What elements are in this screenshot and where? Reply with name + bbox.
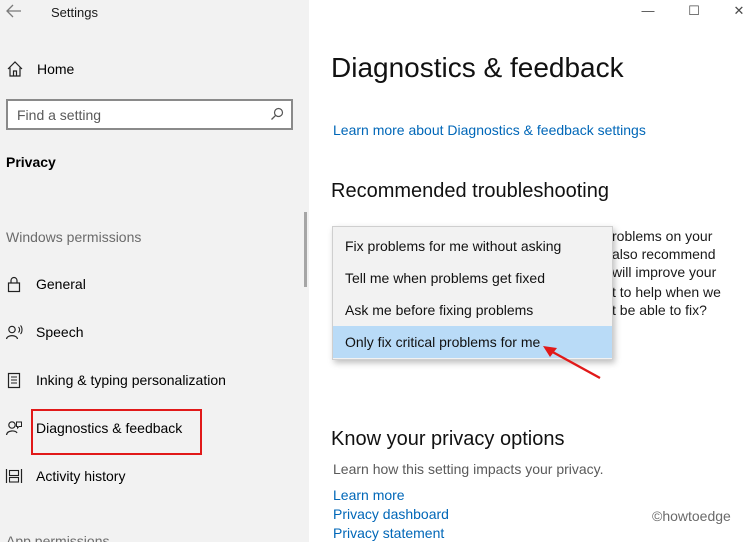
- sidebar-item-activity-history[interactable]: Activity history: [0, 458, 309, 494]
- dropdown-option[interactable]: Fix problems for me without asking: [333, 230, 612, 262]
- learn-more-diagnostics-link[interactable]: Learn more about Diagnostics & feedback …: [333, 122, 646, 138]
- sidebar-item-inking-typing[interactable]: Inking & typing personalization: [0, 362, 309, 398]
- dropdown-option[interactable]: Tell me when problems get fixed: [333, 262, 612, 294]
- sidebar-item-speech[interactable]: Speech: [0, 314, 309, 350]
- section-label-privacy: Privacy: [6, 154, 56, 170]
- group-label-app-permissions: App permissions: [6, 533, 110, 542]
- privacy-statement-link[interactable]: Privacy statement: [333, 525, 444, 541]
- search-input[interactable]: [8, 101, 263, 128]
- recommended-troubleshooting-heading: Recommended troubleshooting: [331, 180, 609, 202]
- speech-icon: [5, 323, 23, 341]
- description-text-line: roblems on your: [612, 228, 713, 244]
- privacy-description: Learn how this setting impacts your priv…: [333, 461, 604, 477]
- description-text-line: t be able to fix?: [612, 302, 707, 318]
- description-text-line: will improve your: [612, 264, 717, 280]
- description-text-line: also recommend: [612, 246, 716, 262]
- sidebar-item-label: General: [36, 276, 86, 292]
- clipboard-icon: [5, 371, 23, 389]
- dropdown-option[interactable]: Ask me before fixing problems: [333, 294, 612, 326]
- privacy-options-heading: Know your privacy options: [331, 428, 565, 450]
- app-title: Settings: [51, 5, 98, 20]
- sidebar-item-label: Activity history: [36, 468, 126, 484]
- sidebar-item-general[interactable]: General: [0, 266, 309, 302]
- sidebar-item-home[interactable]: Home: [0, 54, 309, 84]
- sidebar-item-label: Home: [37, 61, 75, 77]
- lock-icon: [5, 275, 23, 293]
- home-icon: [6, 60, 24, 78]
- privacy-dashboard-link[interactable]: Privacy dashboard: [333, 506, 449, 522]
- watermark: ©howtoedge: [652, 508, 731, 524]
- sidebar: Settings Home Privacy Windows permission…: [0, 0, 309, 542]
- minimize-button[interactable]: —: [638, 2, 658, 22]
- timeline-icon: [5, 467, 23, 485]
- feedback-icon: [5, 419, 23, 437]
- back-arrow-icon[interactable]: [6, 4, 24, 20]
- page-title: Diagnostics & feedback: [331, 52, 624, 83]
- learn-more-link[interactable]: Learn more: [333, 487, 405, 503]
- annotation-highlight-box: [31, 409, 202, 455]
- search-icon[interactable]: [270, 107, 284, 121]
- sidebar-scrollbar[interactable]: [304, 212, 307, 287]
- description-text-line: t to help when we: [612, 284, 721, 300]
- sidebar-item-label: Inking & typing personalization: [36, 372, 226, 388]
- close-button[interactable]: ✕: [729, 2, 749, 22]
- maximize-button[interactable]: ☐: [684, 2, 704, 22]
- sidebar-item-label: Speech: [36, 324, 84, 340]
- search-box[interactable]: [6, 99, 293, 130]
- annotation-arrow-icon: [543, 346, 601, 380]
- group-label-windows-permissions: Windows permissions: [6, 229, 142, 245]
